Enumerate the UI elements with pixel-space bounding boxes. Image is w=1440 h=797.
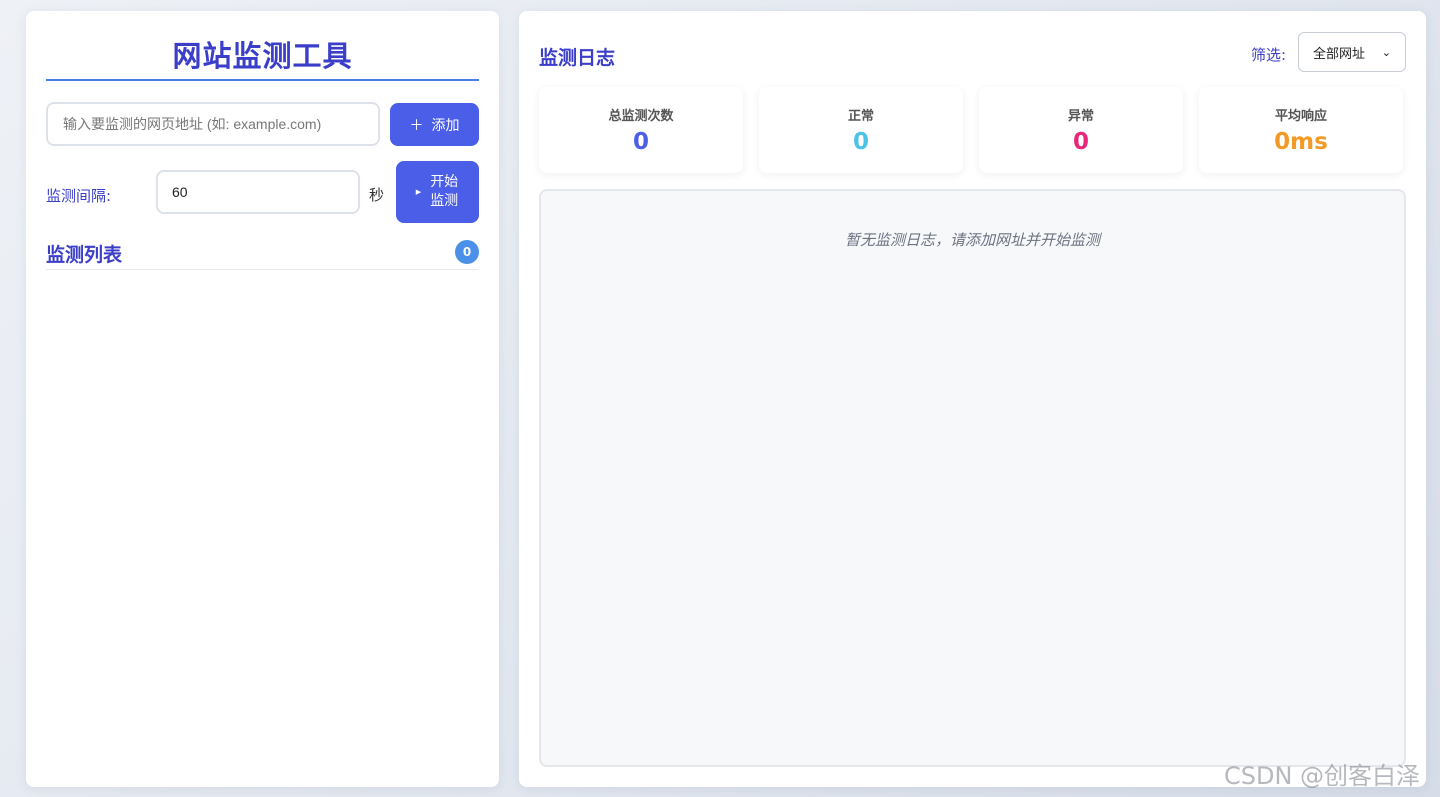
- monitor-list-header: 监测列表 0: [46, 239, 479, 270]
- stat-card-abnormal: 异常 0: [979, 87, 1183, 173]
- filter-selected-value: 全部网址: [1313, 46, 1366, 62]
- plus-icon: ＋: [409, 117, 424, 134]
- monitor-list-title: 监测列表: [46, 244, 123, 266]
- sidebar-panel: 网站监测工具 ＋ 添加 监测间隔: 秒 ▶ 开始监测 监测列表 0: [26, 11, 499, 787]
- play-icon: ▶: [415, 188, 422, 196]
- stat-value: 0: [632, 129, 649, 155]
- filter-label: 筛选:: [1251, 46, 1287, 64]
- stat-label: 异常: [1067, 109, 1094, 124]
- filter-select[interactable]: 全部网址 ⌄: [1298, 32, 1406, 72]
- interval-row: 监测间隔: 秒 ▶ 开始监测: [46, 161, 479, 223]
- log-title: 监测日志: [539, 47, 616, 69]
- watermark: CSDN @创客白泽: [1224, 762, 1421, 790]
- chevron-down-icon: ⌄: [1381, 45, 1391, 59]
- add-button[interactable]: ＋ 添加: [390, 103, 479, 146]
- stat-value: 0: [1072, 129, 1089, 155]
- monitor-count-badge: 0: [455, 240, 479, 264]
- interval-unit: 秒: [369, 186, 385, 204]
- start-button-label: 开始监测: [430, 174, 459, 209]
- stat-label: 平均响应: [1274, 109, 1327, 124]
- stat-card-total: 总监测次数 0: [539, 87, 743, 173]
- stat-value: 0ms: [1274, 129, 1328, 155]
- stat-label: 正常: [847, 109, 874, 124]
- app-title: 网站监测工具: [46, 11, 479, 81]
- add-url-form: ＋ 添加: [46, 102, 479, 146]
- log-list[interactable]: 暂无监测日志，请添加网址并开始监测: [539, 189, 1406, 767]
- log-panel: 监测日志 筛选: 全部网址 ⌄ 总监测次数 0 正常 0 异常 0 平均响应 0…: [519, 11, 1426, 787]
- stat-card-avg-response: 平均响应 0ms: [1199, 87, 1403, 173]
- stat-card-normal: 正常 0: [759, 87, 963, 173]
- start-monitor-button[interactable]: ▶ 开始监测: [396, 161, 479, 223]
- stat-label: 总监测次数: [608, 109, 674, 124]
- url-input[interactable]: [46, 102, 380, 146]
- stat-value: 0: [852, 129, 869, 155]
- interval-label: 监测间隔:: [46, 187, 112, 205]
- interval-input[interactable]: [156, 170, 360, 214]
- empty-log-message: 暂无监测日志，请添加网址并开始监测: [844, 231, 1100, 249]
- add-button-label: 添加: [431, 117, 460, 134]
